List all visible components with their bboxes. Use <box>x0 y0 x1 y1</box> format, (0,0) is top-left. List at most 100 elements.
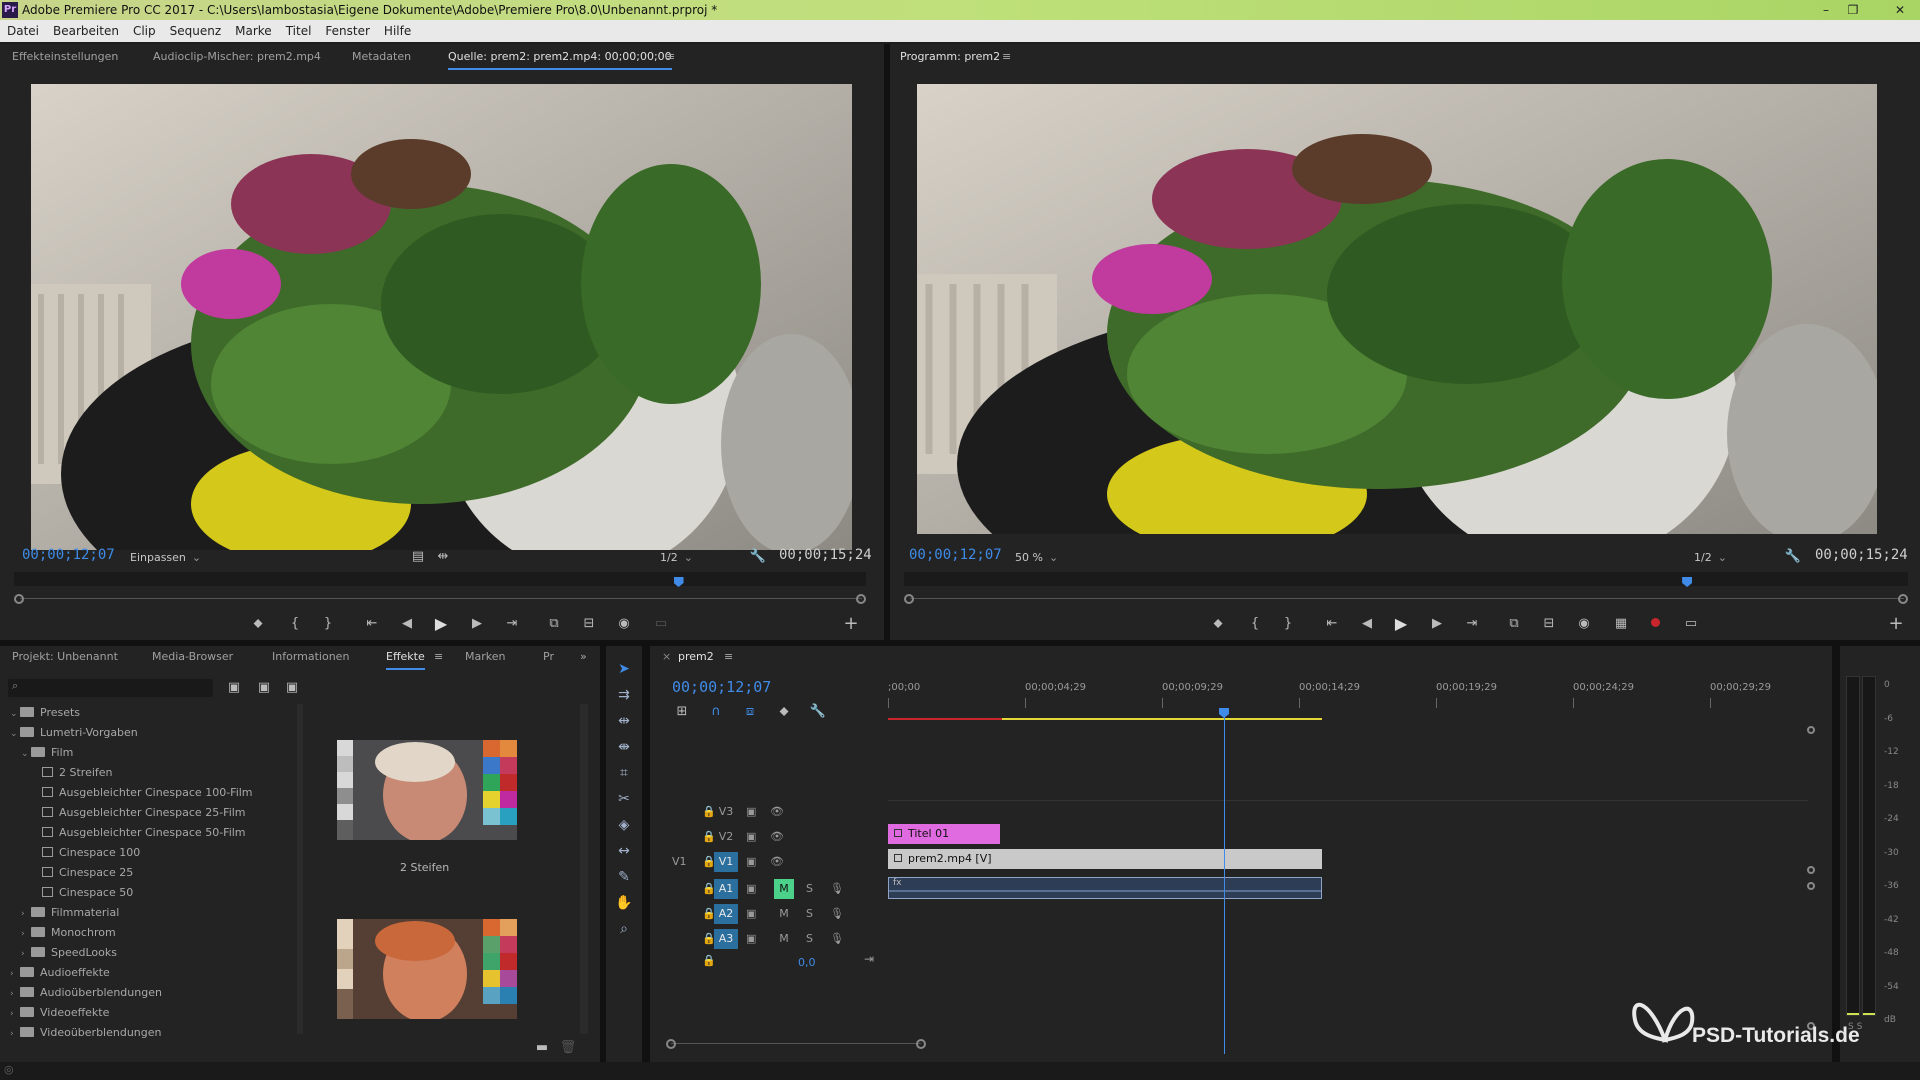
sync-lock-icon[interactable]: ▣ <box>746 879 756 899</box>
menu-hilfe[interactable]: Hilfe <box>377 20 418 42</box>
microphone-icon[interactable]: 🎙 <box>830 879 844 899</box>
track-label-a2[interactable]: A2 <box>714 904 738 924</box>
effects-tree-item[interactable]: › Audioeffekte <box>10 964 110 982</box>
chevron-right-icon[interactable]: › <box>10 1025 20 1043</box>
timeline-playhead-line[interactable] <box>1224 712 1225 1054</box>
lift-icon[interactable]: ⧉ <box>1504 614 1524 634</box>
video-clip[interactable]: prem2.mp4 [V] <box>888 849 1322 869</box>
track-label-a1[interactable]: A1 <box>714 879 738 899</box>
effects-tree-item[interactable]: Cinespace 50 <box>32 884 133 902</box>
tab-effekte[interactable]: Effekte <box>386 646 425 670</box>
effects-search-field[interactable]: ⌕ <box>8 679 213 697</box>
tab-quelle[interactable]: Quelle: prem2: prem2.mp4: 00;00;00;00 <box>448 46 672 70</box>
sync-lock-icon[interactable]: ▣ <box>746 904 756 924</box>
chevron-right-icon[interactable]: › <box>10 1005 20 1023</box>
tab-informationen[interactable]: Informationen <box>272 646 349 668</box>
ripple-edit-tool-icon[interactable]: ⇹ <box>612 710 636 732</box>
program-play-icon[interactable]: ▶ <box>1391 614 1411 634</box>
hand-tool-icon[interactable]: ✋ <box>612 892 636 914</box>
mark-out-icon[interactable]: } <box>318 614 338 634</box>
add-marker-icon[interactable]: ⬥ <box>248 614 268 634</box>
tab-marken[interactable]: Marken <box>465 646 505 668</box>
mute-button[interactable]: M <box>774 904 794 924</box>
program-zoom-bar[interactable] <box>904 594 1908 604</box>
program-camera-icon[interactable]: ◉ <box>1574 614 1594 634</box>
chevron-down-icon[interactable]: ⌄ <box>10 725 20 743</box>
effects-tree-item[interactable]: Cinespace 100 <box>32 844 140 862</box>
source-zoom-bar[interactable] <box>14 594 866 604</box>
safe-margins-icon[interactable]: ▭ <box>1681 614 1701 634</box>
sync-lock-icon[interactable]: ▣ <box>746 802 756 822</box>
effects-tree-item[interactable]: ⌄ Presets <box>10 704 80 722</box>
eye-icon[interactable]: 👁 <box>770 827 784 847</box>
program-resolution-dropdown[interactable]: 1/2 <box>1694 551 1770 564</box>
menu-bearbeiten[interactable]: Bearbeiten <box>46 20 126 42</box>
razor-tool-icon[interactable]: ✂ <box>612 788 636 810</box>
title-clip[interactable]: Titel 01 <box>888 824 1000 844</box>
effects-tree-item[interactable]: › Monochrom <box>21 924 116 942</box>
solo-button[interactable]: S <box>806 929 813 949</box>
program-step-back-icon[interactable]: ◀ <box>1357 614 1377 634</box>
nest-icon[interactable]: ⊞ <box>672 702 692 722</box>
effects-tree-item[interactable]: Ausgebleichter Cinespace 50-Film <box>32 824 246 842</box>
effects-tree-item[interactable]: ⌄ Lumetri-Vorgaben <box>10 724 138 742</box>
program-zoom-dropdown[interactable]: 50 % <box>1015 551 1091 564</box>
program-mark-in-icon[interactable]: { <box>1245 614 1265 634</box>
effects-tree-item[interactable]: Ausgebleichter Cinespace 25-Film <box>32 804 246 822</box>
timeline-marker-icon[interactable]: ⬥ <box>774 702 794 722</box>
timeline-menu-icon[interactable]: ≡ <box>724 646 733 668</box>
tab-metadaten[interactable]: Metadaten <box>352 46 411 68</box>
slide-tool-icon[interactable]: ↔ <box>612 840 636 862</box>
program-step-forward-icon[interactable]: ▶ <box>1427 614 1447 634</box>
step-forward-icon[interactable]: ▶ <box>467 614 487 634</box>
solo-button[interactable]: S <box>806 879 813 899</box>
effects-panel-menu-icon[interactable]: ≡ <box>434 646 443 668</box>
solo-button[interactable]: S <box>806 904 813 924</box>
master-lock-icon[interactable]: 🔒 <box>702 954 716 967</box>
effects-tree-item[interactable]: › SpeedLooks <box>21 944 117 962</box>
sync-lock-icon[interactable]: ▣ <box>746 929 756 949</box>
tab-pr[interactable]: Pr <box>543 646 554 668</box>
export-frame-icon[interactable]: ▤ <box>408 547 428 567</box>
menu-marke[interactable]: Marke <box>228 20 279 42</box>
menu-clip[interactable]: Clip <box>126 20 163 42</box>
tree-scrollbar[interactable] <box>297 704 303 1034</box>
chevron-right-icon[interactable]: › <box>10 965 20 983</box>
slip-tool-icon[interactable]: ◈ <box>612 814 636 836</box>
mark-in-icon[interactable]: { <box>285 614 305 634</box>
effects-tree-item[interactable]: › Audioüberblendungen <box>10 984 162 1002</box>
eye-icon[interactable]: 👁 <box>770 802 784 822</box>
settings-wrench-icon[interactable]: 🔧 <box>748 547 768 567</box>
close-sequence-icon[interactable]: × <box>662 646 671 668</box>
effects-tree-item[interactable]: Cinespace 25 <box>32 864 133 882</box>
go-to-end-icon[interactable]: ⇥ <box>864 952 874 966</box>
effects-tree-item[interactable]: › Videoüberblendungen <box>10 1024 162 1042</box>
menu-datei[interactable]: Datei <box>0 20 46 42</box>
track-label-v3[interactable]: V3 <box>714 802 738 822</box>
tab-media-browser[interactable]: Media-Browser <box>152 646 233 668</box>
menu-fenster[interactable]: Fenster <box>318 20 377 42</box>
mute-button[interactable]: M <box>774 879 794 899</box>
sync-lock-icon[interactable]: ▣ <box>746 852 756 872</box>
timeline-horizontal-scroll[interactable] <box>666 1039 926 1049</box>
source-resolution-dropdown[interactable]: 1/2 <box>660 551 736 564</box>
program-add-button-icon[interactable]: + <box>1886 614 1906 634</box>
close-icon[interactable]: ✕ <box>1880 0 1920 20</box>
add-button-icon[interactable]: + <box>841 614 861 634</box>
track-label-v2[interactable]: V2 <box>714 827 738 847</box>
panel-menu-icon[interactable]: ≡ <box>666 46 675 68</box>
go-to-out-icon[interactable]: ⇥ <box>502 614 522 634</box>
source-time-ruler[interactable] <box>14 572 866 586</box>
effects-search-input[interactable] <box>26 680 206 696</box>
chevron-down-icon[interactable]: ⌄ <box>10 705 20 723</box>
chevron-right-icon[interactable]: › <box>21 905 31 923</box>
microphone-icon[interactable]: 🎙 <box>830 929 844 949</box>
effects-tree-item[interactable]: › Videoeffekte <box>10 1004 109 1022</box>
comment-icon[interactable]: ▭ <box>651 614 671 634</box>
program-settings-wrench-icon[interactable]: 🔧 <box>1783 547 1803 567</box>
go-to-in-icon[interactable]: ⇤ <box>362 614 382 634</box>
drag-video-icon[interactable]: ⇹ <box>433 547 453 567</box>
insert-icon[interactable]: ⧉ <box>544 614 564 634</box>
tab-sequence[interactable]: prem2 <box>678 646 714 668</box>
master-volume-value[interactable]: 0,0 <box>798 956 816 969</box>
